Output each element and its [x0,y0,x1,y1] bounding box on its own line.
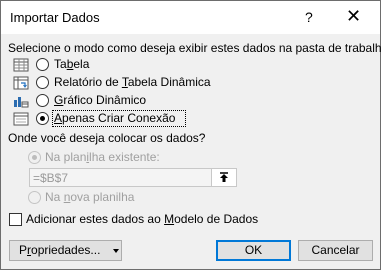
connection-icon [13,112,29,126]
properties-button[interactable]: Propriedades... [9,240,122,261]
import-data-dialog: Importar Dados ? ✕ Selecione o modo como… [0,0,381,270]
cell-reference-value: =$B$7 [33,171,69,185]
location-question: Onde você deseja colocar os dados? [8,131,206,145]
title-bar: Importar Dados ? ✕ [1,1,380,34]
radio-pivot-chart[interactable] [36,94,49,107]
radio-connection-only[interactable] [36,112,49,125]
pivot-chart-icon [14,97,29,108]
new-sheet-label: Na nova planilha [45,190,135,204]
help-button[interactable]: ? [305,9,313,25]
ok-button[interactable]: OK [216,240,291,261]
cell-reference-input[interactable]: =$B$7 [29,168,237,187]
dropdown-arrow-icon [113,249,119,253]
option-connection-only-label: Apenas Criar Conexão [54,111,176,125]
data-model-label: Adicionar estes dados ao Modelo de Dados [26,212,259,226]
data-model-checkbox[interactable] [9,213,22,226]
close-button[interactable]: ✕ [346,6,361,27]
collapse-arrow-icon [220,172,228,182]
radio-table[interactable] [36,58,49,71]
radio-pivot-table[interactable] [36,76,49,89]
existing-sheet-label: Na planilha existente: [45,150,160,164]
collapse-dialog-button[interactable] [211,168,237,187]
pivot-table-icon [13,76,29,90]
table-icon [13,58,29,72]
instruction-text: Selecione o modo como deseja exibir este… [8,41,381,55]
radio-existing-sheet[interactable] [28,151,41,164]
option-table-label: Tabela [54,57,90,71]
radio-new-sheet[interactable] [28,191,41,204]
option-pivot-chart-label: Gráfico Dinâmico [54,93,147,107]
option-pivot-table-label: Relatório de Tabela Dinâmica [54,75,211,89]
cancel-button[interactable]: Cancelar [298,240,373,261]
dialog-title: Importar Dados [10,10,100,25]
